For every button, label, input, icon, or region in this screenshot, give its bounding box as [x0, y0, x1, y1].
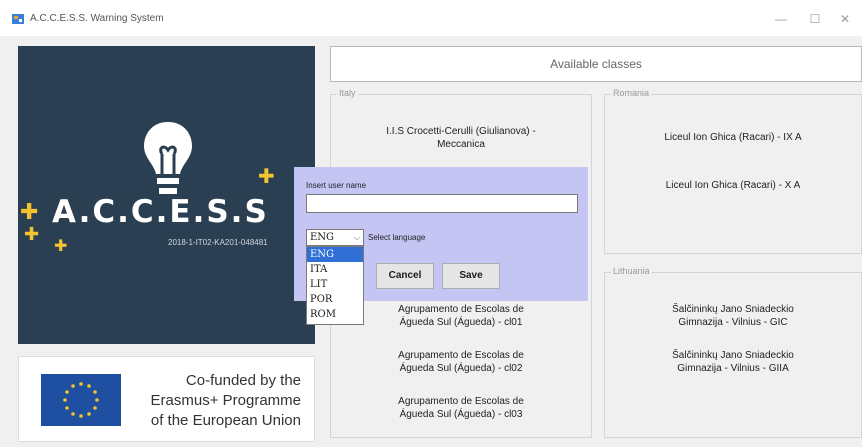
available-classes-button[interactable]: Available classes [330, 46, 862, 82]
class-item[interactable]: Agrupamento de Escolas de Águeda Sul (Ág… [341, 395, 581, 421]
user-name-label: Insert user name [306, 181, 367, 190]
class-item[interactable]: Liceul Ion Ghica (Racari) - X A [615, 179, 851, 192]
logo-panel: ✚ ✚ ✚ ✚ A.C.C.E.S.S 2018-1-IT02-KA201-04… [18, 46, 315, 344]
save-button[interactable]: Save [442, 263, 500, 289]
group-title: Lithuania [611, 266, 652, 276]
language-option-rom[interactable]: ROM [307, 307, 363, 322]
class-name-line: Águeda Sul (Águeda) - cl03 [399, 409, 523, 420]
class-name-line: Agrupamento de Escolas de [398, 350, 524, 361]
group-romania: Romania Liceul Ion Ghica (Racari) - IX A… [604, 88, 862, 254]
class-name-line: Águeda Sul (Águeda) - cl02 [399, 363, 523, 374]
class-item[interactable]: Agrupamento de Escolas de Águeda Sul (Ág… [341, 303, 581, 329]
class-item[interactable]: Šalčininkų Jano Sniadeckio Gimnazija - V… [615, 303, 851, 329]
language-select[interactable]: ENG ⌵ [306, 229, 364, 246]
class-name-line: Meccanica [437, 139, 485, 150]
class-name-line: Gimnazija - Vilnius - GIIA [677, 363, 789, 374]
lightbulb-icon [144, 122, 192, 194]
language-option-por[interactable]: POR [307, 292, 363, 307]
language-option-ita[interactable]: ITA [307, 262, 363, 277]
group-lithuania: Lithuania Šalčininkų Jano Sniadeckio Gim… [604, 266, 862, 438]
eu-funding-text: Co-funded by the Erasmus+ Programme of t… [131, 371, 301, 431]
brand-logo-text: A.C.C.E.S.S [52, 194, 269, 230]
close-button[interactable]: ✕ [830, 8, 860, 30]
eu-line-2: Erasmus+ Programme [150, 392, 301, 409]
class-item[interactable]: Agrupamento de Escolas de Águeda Sul (Ág… [341, 349, 581, 375]
class-name-line: Agrupamento de Escolas de [398, 396, 524, 407]
plus-icon: ✚ [54, 236, 68, 255]
class-name-line: Šalčininkų Jano Sniadeckio [672, 350, 794, 361]
app-icon [12, 14, 24, 24]
user-name-input[interactable] [306, 194, 578, 213]
cancel-button[interactable]: Cancel [376, 263, 434, 289]
class-item[interactable]: Šalčininkų Jano Sniadeckio Gimnazija - V… [615, 349, 851, 375]
title-bar: A.C.C.E.S.S. Warning System — ☐ ✕ [0, 0, 862, 36]
plus-icon: ✚ [20, 200, 39, 225]
maximize-button[interactable]: ☐ [800, 8, 830, 30]
eu-line-3: of the European Union [150, 412, 301, 429]
class-name-line: Águeda Sul (Águeda) - cl01 [399, 317, 523, 328]
window-title: A.C.C.E.S.S. Warning System [30, 13, 164, 24]
class-name-line: I.I.S Crocetti-Cerulli (Giulianova) - [386, 126, 536, 137]
class-item[interactable]: Liceul Ion Ghica (Racari) - IX A [615, 131, 851, 144]
language-option-eng[interactable]: ENG [307, 247, 363, 262]
minimize-button[interactable]: — [766, 8, 796, 30]
class-name-line: Gimnazija - Vilnius - GIC [678, 317, 788, 328]
class-item[interactable]: I.I.S Crocetti-Cerulli (Giulianova) - Me… [341, 125, 581, 151]
class-name-line: Šalčininkų Jano Sniadeckio [672, 304, 794, 315]
language-option-lit[interactable]: LIT [307, 277, 363, 292]
plus-icon: ✚ [24, 224, 40, 245]
language-dropdown-list: ENG ITA LIT POR ROM [306, 246, 364, 325]
plus-icon: ✚ [258, 164, 275, 188]
language-selected-value: ENG [310, 232, 335, 243]
group-title: Italy [337, 88, 358, 98]
class-name-line: Agrupamento de Escolas de [398, 304, 524, 315]
eu-line-1: Co-funded by the [185, 372, 301, 389]
eu-flag-icon [41, 374, 121, 426]
language-label: Select language [368, 233, 426, 242]
eu-funding-panel: Co-funded by the Erasmus+ Programme of t… [18, 356, 315, 442]
project-code: 2018-1-IT02-KA201-048481 [168, 238, 268, 247]
group-title: Romania [611, 88, 652, 98]
chevron-down-icon: ⌵ [353, 233, 360, 242]
